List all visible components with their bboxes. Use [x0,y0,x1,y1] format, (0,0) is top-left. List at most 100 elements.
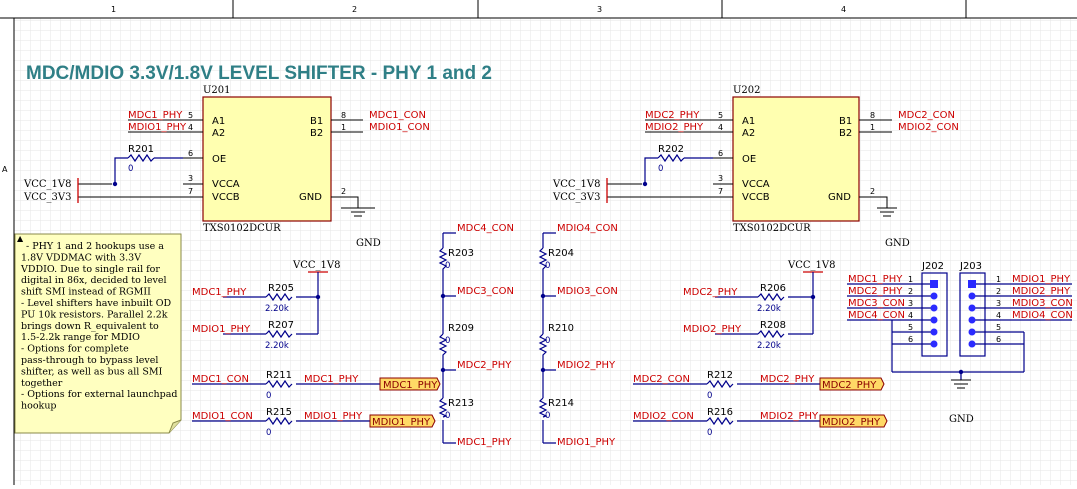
u202-pin-vccb: VCCB [742,192,770,203]
j203-pin5: 5 [996,323,1001,332]
bypass-left-to2: MDIO1_PHY [304,411,363,422]
r202-value: 0 [658,164,663,174]
u201-gnd-label: GND [356,238,381,249]
zone-a: A [2,165,8,174]
u202-pin-a1: A1 [742,116,755,127]
chain-mdc-n2: MDC2_PHY [457,360,512,371]
j203-pin6: 6 [996,335,1001,344]
u202-pinnum-a2: 4 [718,123,723,132]
u202-pinnum-vccb: 7 [718,187,723,196]
u202-pinnum-gnd: 2 [870,187,875,196]
u201-pin-oe: OE [212,154,226,165]
u202-part: TXS0102DCUR [733,223,811,234]
svg-text:▲: ▲ [17,234,24,243]
r201-value: 0 [128,164,133,174]
u202-pinnum-b2: 1 [870,123,875,132]
r210-ref: R210 [548,323,574,334]
u202-pin-gnd: GND [828,192,851,203]
header-gnd-label: GND [949,414,974,425]
r216-value: 0 [707,428,712,438]
r212-ref: R212 [707,370,733,381]
u202-pinnum-b1: 8 [870,111,875,120]
port-mdio1-phy-label: MDIO1_PHY [372,417,431,428]
u202-pin-b2: B2 [839,128,852,139]
schematic-canvas: 1 2 3 4 A MDC/MDIO 3.3V/1.8V LEVEL SHIFT… [0,0,1077,485]
note-line: shift SMI instead of RGMII [21,287,151,298]
note-line: PU 10k resistors. Parallel 2.2k [21,309,168,320]
r215-ref: R215 [266,407,292,418]
j202-ref: J202 [921,261,944,272]
note-line: - PHY 1 and 2 hookups use a [26,241,164,252]
schematic-sheet: 1 2 3 4 A MDC/MDIO 3.3V/1.8V LEVEL SHIFT… [0,0,1077,485]
u202-pin-vcca: VCCA [742,179,770,190]
j202-net3: MDC3_CON [848,298,905,309]
r216-ref: R216 [707,407,733,418]
pullup-left-rail: VCC_1V8 [292,260,340,271]
bypass-left-from2: MDIO1_CON [192,411,253,422]
j202-net4: MDC4_CON [848,310,905,321]
note-line: - Options for complete [21,344,129,355]
port-mdc2-phy-label: MDC2_PHY [822,380,877,391]
u201-pin-a1: A1 [212,116,225,127]
j203-net1: MDIO1_PHY [1012,274,1071,285]
zone-2: 2 [352,5,357,14]
zone-1: 1 [111,5,116,14]
r211-value: 0 [266,391,271,401]
note-line: pass-through to bypass level [21,355,158,366]
u201-net-a1: MDC1_PHY [128,110,183,121]
r213-ref: R213 [448,398,474,409]
chain-mdc-top: MDC4_CON [457,223,514,234]
u201-pinnum-oe: 6 [188,149,193,158]
u201-part: TXS0102DCUR [203,223,281,234]
note-line: 1.5-2.2k range for MDIO [21,332,140,343]
r205-value: 2.20k [265,304,289,314]
r206-ref: R206 [760,283,786,294]
note-line: - Options for external launchpad [21,389,178,400]
pullup-right-rail: VCC_1V8 [787,260,835,271]
j203-ref: J203 [959,261,982,272]
u201-pinnum-a2: 4 [188,123,193,132]
r207-value: 2.20k [265,341,289,351]
u201-pin-a2: A2 [212,128,225,139]
bypass-right-from2: MDIO2_CON [633,411,694,422]
bypass-right-to2: MDIO2_PHY [760,411,819,422]
bypass-left-to1: MDC1_PHY [304,374,359,385]
note-line: - Level shifters have inbuilt OD [21,298,171,309]
design-note: ▲ - PHY 1 and 2 hookups use a1.8V VDDMAC… [14,233,182,434]
bypass-right-to1: MDC2_PHY [760,374,815,385]
chain-mdio-bottom: MDIO1_PHY [557,437,616,448]
note-line: hookup [21,401,57,412]
j203-pin3: 3 [996,299,1001,308]
u202-pinnum-oe: 6 [718,149,723,158]
u202-pin-oe: OE [742,154,756,165]
note-line: shifter, as well as bus all SMI [21,366,163,377]
r213-value: 0 [445,411,450,421]
u201-net-b1: MDC1_CON [369,110,426,121]
bypass-left-from1: MDC1_CON [192,374,249,385]
r214-value: 0 [545,411,550,421]
j202-pin5: 5 [908,323,913,332]
note-line: brings down R_equivalent to [21,321,159,332]
r209-ref: R209 [448,323,474,334]
note-line: 1.8V VDDMAC with 3.3V [21,252,141,263]
chain-mdc-bottom: MDC1_PHY [457,437,512,448]
u202-pinnum-vcca: 3 [718,174,723,183]
r211-ref: R211 [266,370,292,381]
u201-net-a2: MDIO1_PHY [128,122,187,133]
u201-pin-b1: B1 [310,116,323,127]
j203-net3: MDIO3_CON [1012,298,1073,309]
u201-pinnum-b2: 1 [341,123,346,132]
r214-ref: R214 [548,398,574,409]
r206-value: 2.20k [757,304,781,314]
pullup-right-net1: MDC2_PHY [683,287,738,298]
j202-pin2: 2 [908,287,913,296]
u202-net-vcca: VCC_1V8 [552,179,600,190]
pullup-left-net1: MDC1_PHY [192,287,247,298]
u201-net-b2: MDIO1_CON [369,122,430,133]
j202-net1: MDC1_PHY [848,274,903,285]
j202-pin1: 1 [908,275,913,284]
j202-pin4: 4 [908,311,913,320]
u202-net-vccb: VCC_3V3 [552,192,600,203]
u201-pin-gnd: GND [299,192,322,203]
r208-value: 2.20k [757,341,781,351]
